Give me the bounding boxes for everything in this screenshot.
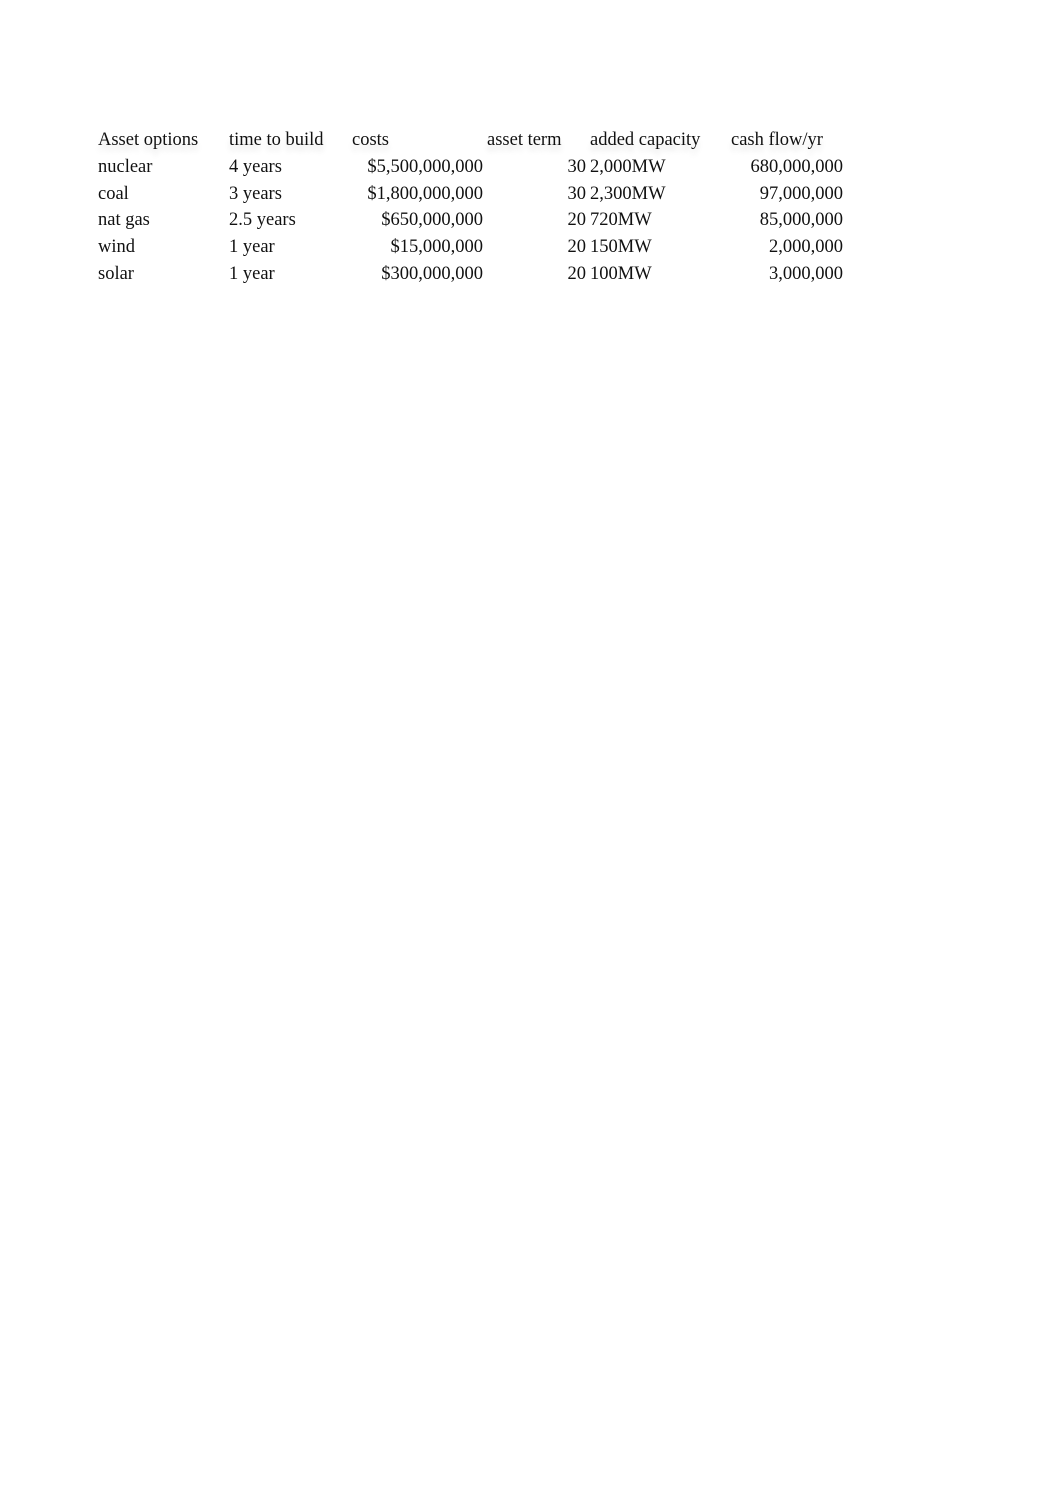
cell-costs: $1,800,000,000 bbox=[367, 183, 483, 204]
cell-costs: $15,000,000 bbox=[390, 237, 484, 258]
cell-asset: nuclear bbox=[98, 156, 153, 177]
header-costs: costs bbox=[352, 130, 389, 150]
asset-options-table: Asset options time to build costs asset … bbox=[96, 127, 845, 288]
header-row: Asset options time to build costs asset … bbox=[96, 127, 845, 154]
table-row: wind 1 year $15,000,000 20 150MW 2,000,0… bbox=[96, 234, 845, 261]
cell-asset: solar bbox=[98, 263, 134, 284]
cell-costs: $650,000,000 bbox=[381, 210, 483, 231]
cell-added-capacity: 720MW bbox=[590, 210, 652, 231]
table-row: nat gas 2.5 years $650,000,000 20 720MW … bbox=[96, 207, 845, 234]
cell-asset: coal bbox=[98, 183, 129, 204]
cell-added-capacity: 100MW bbox=[590, 263, 652, 284]
cell-asset: wind bbox=[98, 237, 135, 258]
cell-cash-flow-yr: 3,000,000 bbox=[769, 263, 843, 284]
cell-asset: nat gas bbox=[98, 210, 150, 231]
cell-added-capacity: 2,000MW bbox=[590, 156, 666, 177]
cell-cash-flow-yr: 2,000,000 bbox=[769, 237, 843, 258]
cell-added-capacity: 2,300MW bbox=[590, 183, 666, 204]
cell-added-capacity: 150MW bbox=[590, 237, 652, 258]
cell-costs: $300,000,000 bbox=[381, 263, 483, 284]
cell-asset-term: 30 bbox=[567, 183, 587, 204]
cell-costs: $5,500,000,000 bbox=[367, 156, 483, 177]
header-time-to-build: time to build bbox=[229, 130, 324, 150]
document-page: Asset options time to build costs asset … bbox=[0, 0, 1062, 1506]
header-asset-options: Asset options bbox=[98, 130, 199, 150]
table-row: nuclear 4 years $5,500,000,000 30 2,000M… bbox=[96, 154, 845, 181]
cell-asset-term: 30 bbox=[567, 156, 587, 177]
header-added-capacity: added capacity bbox=[590, 130, 701, 150]
cell-asset-term: 20 bbox=[567, 263, 587, 284]
cell-time-to-build: 3 years bbox=[229, 183, 282, 204]
table-row: coal 3 years $1,800,000,000 30 2,300MW 9… bbox=[96, 181, 845, 208]
cell-asset-term: 20 bbox=[567, 237, 587, 258]
header-asset-term: asset term bbox=[487, 130, 562, 150]
cell-cash-flow-yr: 680,000,000 bbox=[750, 156, 844, 177]
cell-asset-term: 20 bbox=[567, 210, 587, 231]
table-row: solar 1 year $300,000,000 20 100MW 3,000… bbox=[96, 261, 845, 288]
cell-time-to-build: 2.5 years bbox=[229, 210, 296, 231]
header-cash-flow-yr: cash flow/yr bbox=[731, 130, 823, 150]
cell-cash-flow-yr: 85,000,000 bbox=[759, 210, 843, 231]
cell-time-to-build: 1 year bbox=[229, 263, 275, 284]
cell-cash-flow-yr: 97,000,000 bbox=[759, 183, 843, 204]
cell-time-to-build: 4 years bbox=[229, 156, 282, 177]
cell-time-to-build: 1 year bbox=[229, 237, 275, 258]
